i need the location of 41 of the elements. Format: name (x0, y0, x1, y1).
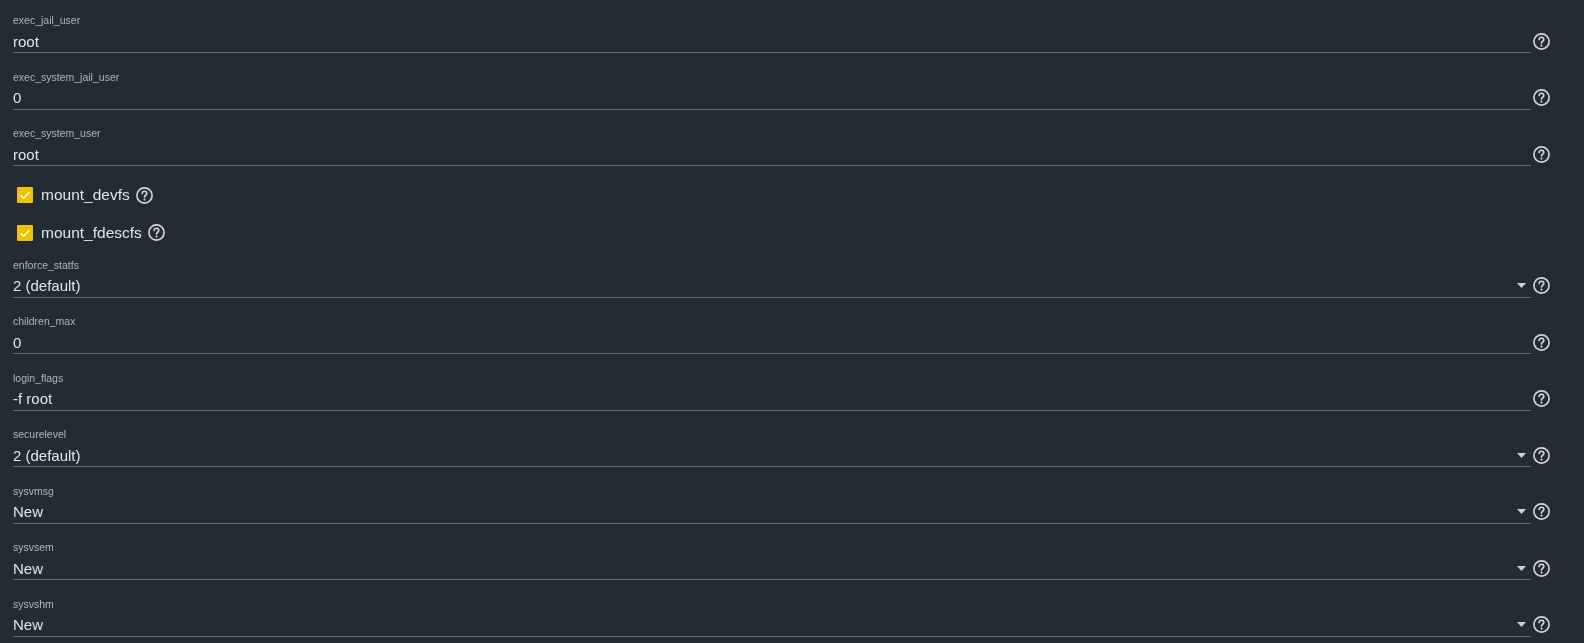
field-label: exec_system_user (13, 126, 101, 140)
field-label: sysvshm (13, 596, 54, 611)
select-field[interactable]: New (13, 557, 1531, 580)
help-icon[interactable] (1533, 145, 1550, 163)
field-label: securelevel (13, 427, 67, 441)
field-label: login_flags (13, 370, 64, 385)
text-field[interactable]: 0 (13, 86, 1531, 110)
help-icon[interactable] (135, 186, 153, 204)
field-label: enforce_statfs (13, 257, 79, 272)
help-icon[interactable] (1533, 32, 1550, 50)
select-field[interactable]: 2 (default) (13, 444, 1531, 467)
field-label: sysvmsg (13, 483, 54, 498)
caret-icon[interactable] (1517, 452, 1526, 458)
caret-icon[interactable] (1517, 283, 1526, 288)
checkbox-label[interactable]: mount_devfs (41, 186, 130, 205)
select-field[interactable]: 2 (default) (13, 274, 1531, 298)
field-label: children_max (13, 314, 76, 328)
help-icon[interactable] (147, 224, 165, 242)
help-icon[interactable] (1533, 559, 1550, 577)
help-icon[interactable] (1533, 390, 1550, 407)
help-icon[interactable] (1533, 616, 1550, 633)
help-icon[interactable] (1533, 277, 1550, 294)
checkbox[interactable] (17, 187, 33, 204)
select-field[interactable]: New (13, 613, 1531, 637)
help-icon[interactable] (1533, 503, 1550, 520)
select-field[interactable]: New (13, 500, 1531, 524)
text-field[interactable]: root (13, 143, 1531, 166)
text-field[interactable]: root (13, 30, 1531, 53)
checkbox-label[interactable]: mount_fdescfs (41, 223, 142, 242)
field-label: sysvsem (13, 540, 54, 554)
text-field[interactable]: 0 (13, 331, 1531, 354)
help-icon[interactable] (1533, 333, 1550, 351)
help-icon[interactable] (1533, 89, 1550, 106)
checkbox[interactable] (17, 224, 33, 241)
field-label: exec_jail_user (13, 13, 81, 27)
field-label: exec_system_jail_user (13, 69, 120, 84)
help-icon[interactable] (1533, 446, 1550, 464)
caret-icon[interactable] (1517, 622, 1526, 627)
text-field[interactable]: -f root (13, 387, 1531, 411)
caret-icon[interactable] (1517, 565, 1526, 571)
caret-icon[interactable] (1517, 509, 1526, 514)
